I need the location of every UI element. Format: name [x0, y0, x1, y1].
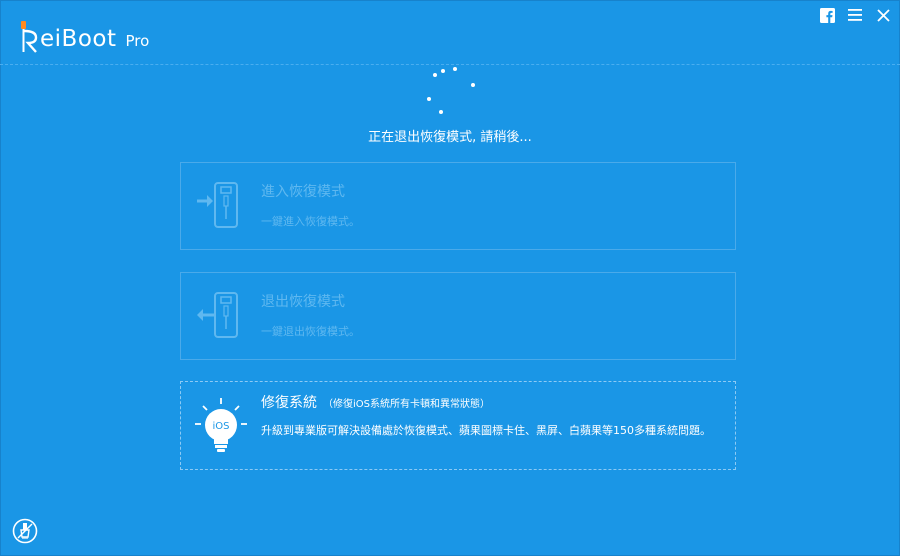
- app-logo: eiBoot Pro: [16, 14, 149, 54]
- repair-system-card[interactable]: iOS 修復系統 （修復iOS系統所有卡頓和異常狀態） 升級到專業版可解決設備處於…: [180, 381, 736, 470]
- loading-spinner-icon: [427, 67, 475, 114]
- card-description: 升級到專業版可解決設備處於恢復模式、蘋果圖標卡住、黑屏、白蘋果等150多種系統問…: [261, 424, 711, 437]
- ios-label: iOS: [213, 421, 230, 432]
- status-message: 正在退出恢復模式, 請稍後...: [368, 130, 532, 145]
- app-edition: Pro: [125, 32, 150, 50]
- card-title: 退出恢復模式: [261, 294, 345, 310]
- app-name: eiBoot: [40, 26, 117, 52]
- menu-icon: [848, 9, 862, 21]
- exit-recovery-mode-card: 退出恢復模式 一鍵退出恢復模式。: [180, 272, 736, 360]
- title-bar: eiBoot Pro: [0, 0, 900, 64]
- facebook-button[interactable]: [818, 6, 836, 24]
- card-description: 一鍵進入恢復模式。: [261, 215, 360, 228]
- phone-exit-icon: [197, 292, 238, 338]
- card-title-row: 修復系統 （修復iOS系統所有卡頓和異常狀態）: [261, 392, 490, 412]
- card-title: 進入恢復模式: [261, 184, 345, 200]
- card-subtitle: （修復iOS系統所有卡頓和異常狀態）: [323, 399, 490, 410]
- card-description: 一鍵退出恢復模式。: [261, 325, 360, 338]
- card-title: 修復系統: [261, 395, 317, 411]
- facebook-icon: [819, 7, 835, 23]
- close-button[interactable]: [874, 6, 892, 24]
- menu-button[interactable]: [846, 6, 864, 24]
- window-controls: [818, 6, 892, 24]
- close-icon: [876, 8, 890, 22]
- brush-icon[interactable]: [12, 518, 38, 544]
- enter-recovery-mode-card: 進入恢復模式 一鍵進入恢復模式。: [180, 162, 736, 250]
- phone-enter-icon: [197, 182, 238, 228]
- ios-lightbulb-icon: iOS: [195, 398, 247, 452]
- reiboot-logo-icon: [21, 21, 38, 53]
